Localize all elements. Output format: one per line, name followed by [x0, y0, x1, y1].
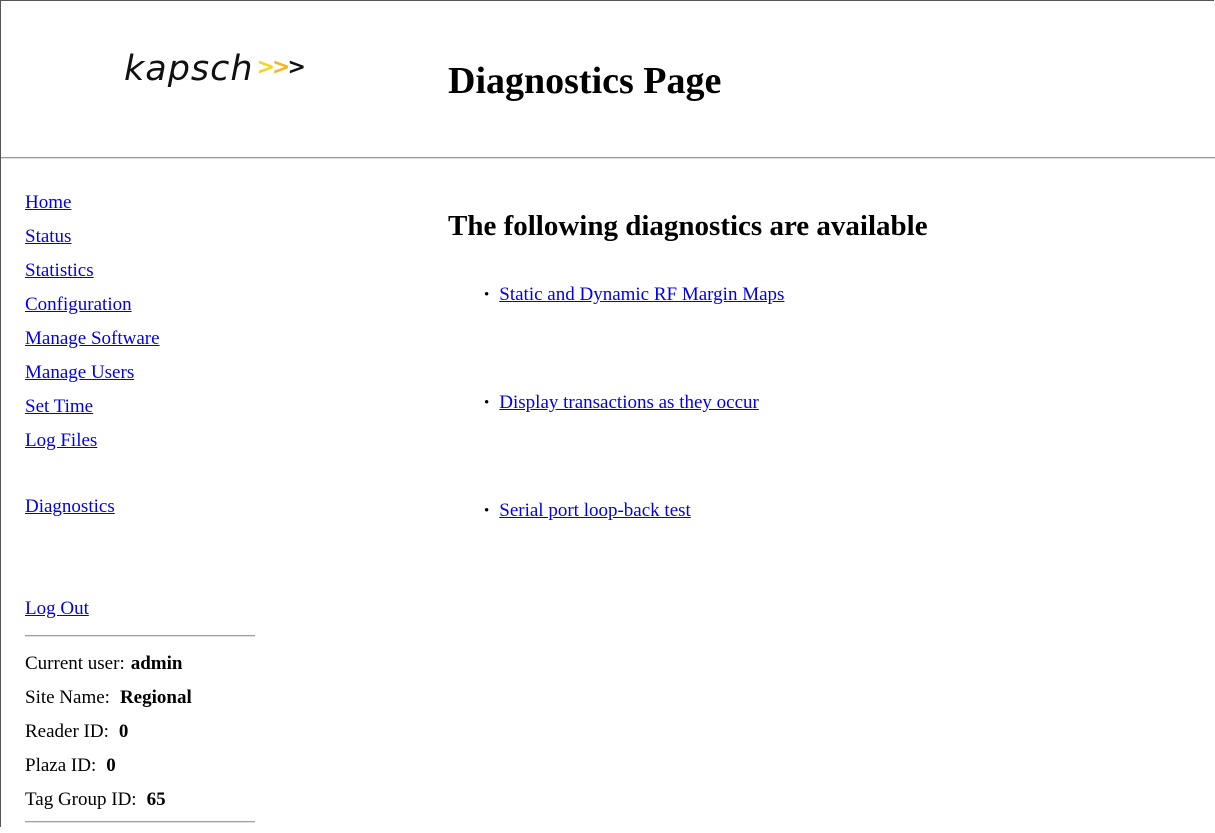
- tag-group-id-value: 65: [146, 789, 166, 810]
- nav-link-manage-users[interactable]: Manage Users: [25, 356, 265, 390]
- list-item: • Display transactions as they occur: [484, 383, 784, 423]
- sidebar-divider-bottom: [25, 821, 255, 823]
- logo-text: kapsch: [124, 49, 254, 89]
- site-name-value: Regional: [119, 687, 192, 708]
- link-display-transactions[interactable]: Display transactions as they occur: [499, 392, 759, 414]
- kapsch-logo: kapsch > > >: [124, 52, 306, 87]
- bullet-icon: •: [484, 394, 490, 411]
- nav-link-home[interactable]: Home: [25, 186, 265, 220]
- nav-link-status[interactable]: Status: [25, 220, 265, 254]
- tag-group-id-label: Tag Group ID:: [25, 789, 137, 810]
- list-gap: [484, 423, 784, 491]
- nav-link-diagnostics[interactable]: Diagnostics: [25, 490, 265, 524]
- list-item: • Static and Dynamic RF Margin Maps: [484, 275, 784, 315]
- nav-link-manage-software[interactable]: Manage Software: [25, 322, 265, 356]
- link-serial-loopback-test[interactable]: Serial port loop-back test: [499, 500, 691, 522]
- sidebar-divider: [25, 635, 255, 637]
- list-item: • Serial port loop-back test: [484, 491, 784, 531]
- reader-id-value: 0: [118, 721, 129, 742]
- bullet-icon: •: [484, 286, 490, 303]
- logo-arrow-3: >: [287, 55, 306, 80]
- diagnostics-heading: The following diagnostics are available: [448, 210, 928, 242]
- page-title: Diagnostics Page: [448, 60, 722, 102]
- diagnostics-list: • Static and Dynamic RF Margin Maps • Di…: [484, 275, 784, 531]
- plaza-id-label: Plaza ID:: [25, 755, 97, 776]
- sidebar: Home Status Statistics Configuration Man…: [25, 186, 265, 833]
- nav-link-configuration[interactable]: Configuration: [25, 288, 265, 322]
- list-gap: [484, 315, 784, 383]
- site-name-row: Site Name: Regional: [25, 681, 265, 715]
- current-user-value: admin: [130, 653, 183, 674]
- plaza-id-row: Plaza ID: 0: [25, 749, 265, 783]
- logo-arrows-icon: > > >: [257, 55, 306, 80]
- current-user-row: Current user: admin: [25, 647, 265, 681]
- site-name-label: Site Name:: [25, 687, 110, 708]
- current-user-label: Current user:: [25, 653, 125, 674]
- plaza-id-value: 0: [106, 755, 116, 776]
- reader-id-label: Reader ID:: [25, 721, 109, 742]
- bullet-icon: •: [484, 502, 490, 519]
- link-rf-margin-maps[interactable]: Static and Dynamic RF Margin Maps: [499, 284, 784, 306]
- tag-group-id-row: Tag Group ID: 65: [25, 783, 265, 817]
- nav-link-log-files[interactable]: Log Files: [25, 424, 265, 458]
- nav-link-statistics[interactable]: Statistics: [25, 254, 265, 288]
- nav-link-set-time[interactable]: Set Time: [25, 390, 265, 424]
- nav-link-log-out[interactable]: Log Out: [25, 592, 265, 626]
- reader-id-row: Reader ID: 0: [25, 715, 265, 749]
- header-divider: [1, 157, 1215, 159]
